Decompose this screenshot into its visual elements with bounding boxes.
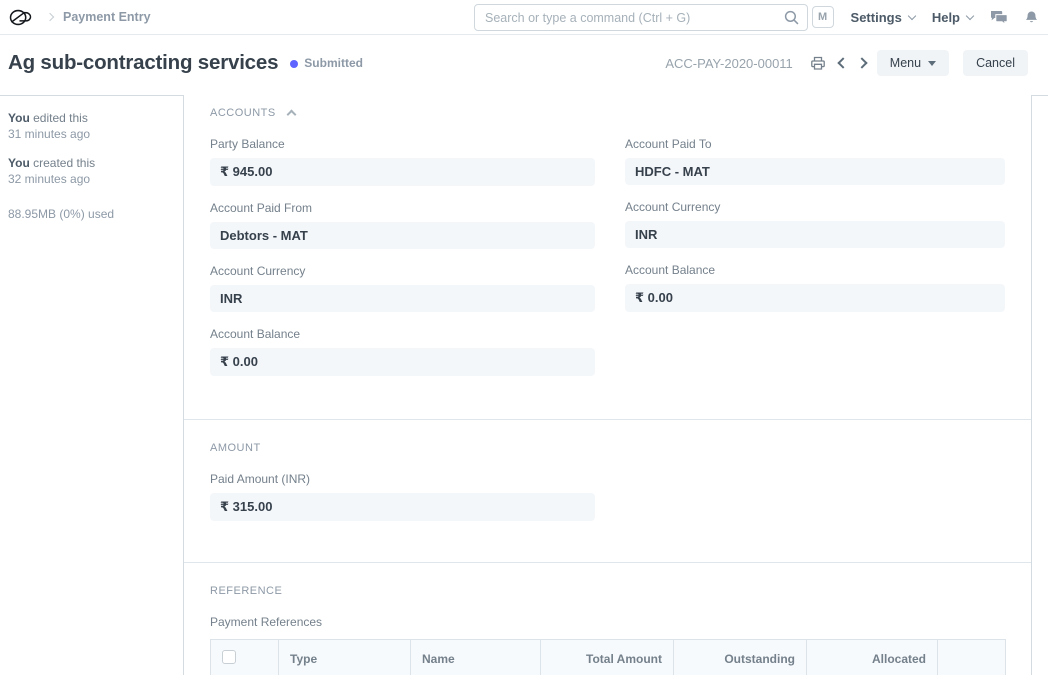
- cancel-button[interactable]: Cancel: [963, 50, 1028, 76]
- page-head-right: ACC-PAY-2020-00011 Menu Cancel: [665, 50, 1028, 76]
- field-value: ₹ 315.00: [210, 493, 595, 521]
- settings-label: Settings: [851, 10, 902, 25]
- payment-references-label: Payment References: [210, 615, 1005, 629]
- amount-column: Paid Amount (INR) ₹ 315.00: [210, 472, 595, 521]
- grid-header-row: Type Name Total Amount Outstanding Alloc…: [211, 640, 1006, 675]
- search-input[interactable]: [474, 4, 808, 31]
- right-gutter: [1032, 95, 1048, 675]
- app-logo-icon[interactable]: [8, 8, 33, 27]
- field-label: Account Paid To: [625, 137, 1005, 151]
- field-value: INR: [625, 221, 1005, 248]
- section-reference: REFERENCE Payment References Type Name: [184, 562, 1031, 675]
- navbar-left: Payment Entry: [8, 8, 151, 27]
- chevron-down-icon: [966, 11, 974, 19]
- field-value: ₹ 945.00: [210, 158, 595, 186]
- menu-button[interactable]: Menu: [877, 50, 949, 76]
- field-label: Account Currency: [625, 200, 1005, 214]
- help-label: Help: [932, 10, 960, 25]
- storage-usage: 88.95MB (0%) used: [8, 207, 175, 221]
- search-icon: [784, 10, 799, 30]
- field-label: Account Currency: [210, 264, 595, 278]
- field-account-currency-from: Account Currency INR: [210, 264, 595, 312]
- section-amount-head[interactable]: AMOUNT: [210, 442, 1005, 454]
- section-accounts-head[interactable]: ACCOUNTS: [210, 107, 1005, 119]
- form-sidebar: You edited this 31 minutes ago You creat…: [0, 95, 183, 675]
- page-title: Ag sub-contracting services: [8, 51, 278, 75]
- field-account-currency-to: Account Currency INR: [625, 200, 1005, 248]
- search-bar: [474, 4, 808, 31]
- navbar: Payment Entry M Settings Help: [0, 0, 1048, 35]
- breadcrumb-chevron-icon: [46, 13, 54, 21]
- page-body: You edited this 31 minutes ago You creat…: [0, 95, 1048, 675]
- field-value: HDFC - MAT: [625, 158, 1005, 185]
- payment-references-table: Type Name Total Amount Outstanding Alloc…: [210, 639, 1006, 675]
- status-dot: [290, 60, 298, 68]
- status-badge: Submitted: [304, 56, 363, 70]
- chat-icon[interactable]: [990, 10, 1008, 25]
- field-label: Paid Amount (INR): [210, 472, 595, 486]
- page-head-left: Ag sub-contracting services Submitted: [8, 51, 363, 75]
- col-name: Name: [411, 640, 541, 675]
- field-value: INR: [210, 285, 595, 312]
- field-paid-amount: Paid Amount (INR) ₹ 315.00: [210, 472, 595, 521]
- field-value: ₹ 0.00: [625, 284, 1005, 312]
- accounts-field-grid: Party Balance ₹ 945.00 Account Paid From…: [210, 137, 1005, 391]
- col-allocated: Allocated: [807, 640, 938, 675]
- field-account-balance-from: Account Balance ₹ 0.00: [210, 327, 595, 376]
- settings-menu[interactable]: Settings: [851, 10, 915, 25]
- next-doc-icon[interactable]: [856, 57, 867, 68]
- section-amount: AMOUNT Paid Amount (INR) ₹ 315.00: [184, 419, 1031, 562]
- edited-line: You edited this: [8, 111, 175, 127]
- cancel-button-label: Cancel: [976, 56, 1015, 70]
- chevron-down-icon: [908, 11, 916, 19]
- app-root: Payment Entry M Settings Help: [0, 0, 1048, 675]
- collapse-section-icon: [286, 110, 296, 120]
- accounts-left-column: Party Balance ₹ 945.00 Account Paid From…: [210, 137, 595, 391]
- created-when: 32 minutes ago: [8, 172, 175, 188]
- section-reference-title: REFERENCE: [210, 585, 282, 597]
- help-menu[interactable]: Help: [932, 10, 973, 25]
- col-outstanding: Outstanding: [674, 640, 807, 675]
- breadcrumb[interactable]: Payment Entry: [63, 10, 151, 24]
- field-label: Account Balance: [625, 263, 1005, 277]
- form-container: ACCOUNTS Party Balance ₹ 945.00 Account …: [183, 95, 1032, 675]
- section-amount-title: AMOUNT: [210, 442, 261, 454]
- section-reference-head[interactable]: REFERENCE: [210, 585, 1005, 597]
- avatar[interactable]: M: [812, 6, 834, 28]
- accounts-right-column: Account Paid To HDFC - MAT Account Curre…: [625, 137, 1005, 391]
- field-label: Account Paid From: [210, 201, 595, 215]
- field-value: Debtors - MAT: [210, 222, 595, 249]
- col-total-amount: Total Amount: [541, 640, 674, 675]
- edited-info: You edited this 31 minutes ago: [8, 111, 175, 142]
- edited-when: 31 minutes ago: [8, 127, 175, 143]
- created-line: You created this: [8, 156, 175, 172]
- caret-down-icon: [928, 61, 936, 66]
- select-all-checkbox[interactable]: [222, 650, 236, 664]
- field-party-balance: Party Balance ₹ 945.00: [210, 137, 595, 186]
- navbar-right: M Settings Help: [812, 6, 1038, 28]
- print-icon[interactable]: [808, 53, 828, 73]
- field-label: Party Balance: [210, 137, 595, 151]
- created-info: You created this 32 minutes ago: [8, 156, 175, 187]
- doc-id: ACC-PAY-2020-00011: [665, 56, 792, 71]
- notifications-bell-icon[interactable]: [1025, 10, 1038, 25]
- field-account-paid-to: Account Paid To HDFC - MAT: [625, 137, 1005, 185]
- section-accounts-title: ACCOUNTS: [210, 107, 276, 119]
- col-type: Type: [279, 640, 411, 675]
- field-label: Account Balance: [210, 327, 595, 341]
- field-account-balance-to: Account Balance ₹ 0.00: [625, 263, 1005, 312]
- prev-doc-icon[interactable]: [837, 57, 848, 68]
- field-account-paid-from: Account Paid From Debtors - MAT: [210, 201, 595, 249]
- menu-button-label: Menu: [890, 56, 921, 70]
- section-accounts: ACCOUNTS Party Balance ₹ 945.00 Account …: [184, 95, 1031, 419]
- page-head: Ag sub-contracting services Submitted AC…: [0, 35, 1048, 95]
- field-value: ₹ 0.00: [210, 348, 595, 376]
